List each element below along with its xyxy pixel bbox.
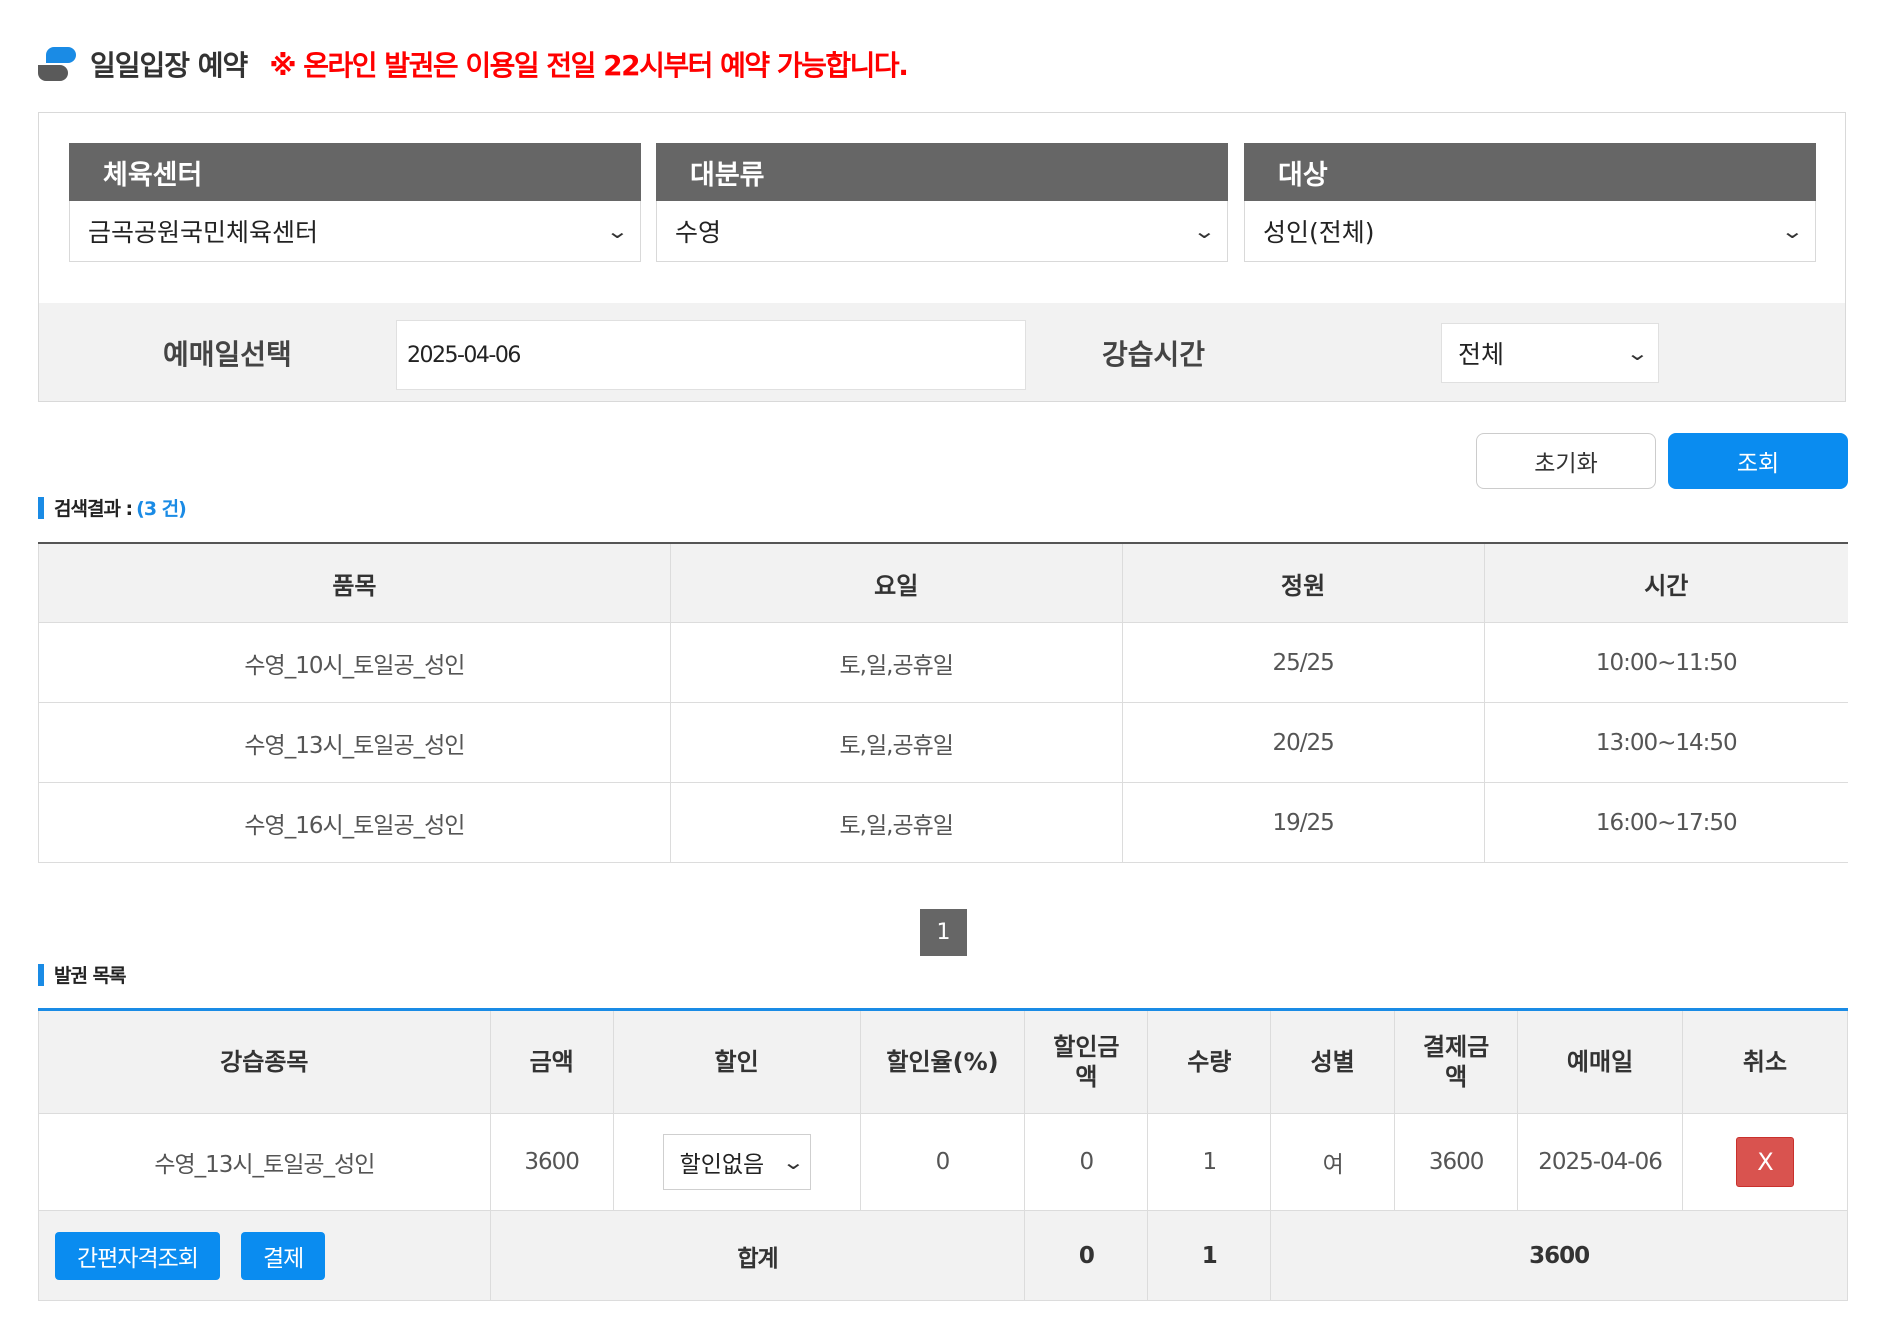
filter-center-label: 체육센터 [69, 143, 641, 201]
category-select[interactable]: 수영 ⌄ [656, 201, 1228, 262]
tickets-table: 강습종목 금액 할인 할인율(%) 할인금 액 수량 성별 결제금 액 예매일 … [38, 1008, 1849, 1301]
date-time-row: 예매일선택 2025-04-06 강습시간 전체 ⌄ [39, 303, 1845, 401]
center-select-value: 금곡공원국민체육센터 [88, 218, 319, 247]
time-label: 강습시간 [1102, 338, 1206, 371]
col-header-item: 품목 [38, 543, 671, 623]
cell-time: 16:00~17:50 [1484, 782, 1848, 863]
chevron-down-icon: ⌄ [781, 1150, 805, 1174]
date-input-value: 2025-04-06 [407, 342, 521, 368]
col-header-discount-amount: 할인금 액 [1024, 1009, 1149, 1114]
cell-capacity: 19/25 [1122, 782, 1485, 863]
col-header-discount: 할인 [613, 1009, 861, 1114]
category-select-value: 수영 [675, 218, 722, 247]
filter-target: 대상 성인(전체) ⌄ [1244, 143, 1816, 262]
cell-cancel: X [1682, 1113, 1849, 1211]
chevron-down-icon: ⌄ [605, 219, 630, 243]
chevron-down-icon: ⌄ [1625, 341, 1650, 365]
pagination-page-1[interactable]: 1 [920, 909, 967, 956]
filter-target-label: 대상 [1244, 143, 1816, 201]
chevron-down-icon: ⌄ [1192, 219, 1217, 243]
col-header-time: 시간 [1484, 543, 1848, 623]
cell-capacity: 25/25 [1122, 622, 1485, 703]
cell-time: 13:00~14:50 [1484, 702, 1848, 783]
cell-item: 수영_16시_토일공_성인 [38, 782, 671, 863]
results-header-row: 품목 요일 정원 시간 [38, 543, 1848, 623]
total-discount-amount: 0 [1024, 1210, 1149, 1301]
time-select[interactable]: 전체 ⌄ [1441, 323, 1659, 383]
cell-capacity: 20/25 [1122, 702, 1485, 783]
discount-select-value: 할인없음 [679, 1152, 765, 1178]
col-header-day: 요일 [670, 543, 1123, 623]
header-line-1: 할인금 [1053, 1033, 1120, 1061]
target-select[interactable]: 성인(전체) ⌄ [1244, 201, 1816, 262]
section-bar [38, 496, 44, 519]
search-panel: 체육센터 금곡공원국민체육센터 ⌄ 대분류 수영 ⌄ 대상 성인(전체) ⌄ 예… [38, 112, 1846, 402]
reset-button[interactable]: 초기화 [1476, 433, 1656, 489]
col-header-cancel: 취소 [1682, 1009, 1849, 1114]
cancel-button[interactable]: X [1735, 1137, 1794, 1187]
tickets-label: 발권 목록 [54, 965, 127, 987]
table-row: 수영_13시_토일공_성인 3600 할인없음 ⌄ 0 0 1 여 3600 2… [38, 1113, 1849, 1211]
target-select-value: 성인(전체) [1263, 218, 1375, 247]
cell-gender: 여 [1270, 1113, 1396, 1211]
search-button[interactable]: 조회 [1668, 433, 1848, 489]
cell-pay-amount: 3600 [1394, 1113, 1519, 1211]
table-row[interactable]: 수영_13시_토일공_성인 토,일,공휴일 20/25 13:00~14:50 [38, 702, 1848, 783]
notice-text: ※ 온라인 발권은 이용일 전일 22시부터 예약 가능합니다. [269, 49, 909, 82]
center-select[interactable]: 금곡공원국민체육센터 ⌄ [69, 201, 641, 262]
cell-price: 3600 [490, 1113, 614, 1211]
results-label: 검색결과 : [54, 498, 133, 520]
quick-eligibility-button[interactable]: 간편자격조회 [55, 1231, 220, 1280]
filter-category: 대분류 수영 ⌄ [656, 143, 1228, 262]
total-row: 간편자격조회 결제 합계 0 1 3600 [38, 1210, 1848, 1301]
cell-rate: 0 [860, 1113, 1026, 1211]
table-row[interactable]: 수영_16시_토일공_성인 토,일,공휴일 19/25 16:00~17:50 [38, 782, 1848, 863]
page-header: 일일입장 예약 ※ 온라인 발권은 이용일 전일 22시부터 예약 가능합니다. [38, 40, 909, 88]
results-heading: 검색결과 : (3 건) [38, 494, 187, 521]
cell-actions: 간편자격조회 결제 [38, 1210, 491, 1301]
cell-day: 토,일,공휴일 [670, 702, 1123, 783]
header-line-1: 결제금 [1422, 1033, 1490, 1061]
cell-course: 수영_13시_토일공_성인 [38, 1113, 491, 1211]
header-line-2: 액 [1075, 1063, 1098, 1091]
cell-discount: 할인없음 ⌄ [613, 1113, 861, 1211]
cell-day: 토,일,공휴일 [670, 782, 1123, 863]
total-pay-amount: 3600 [1270, 1210, 1848, 1301]
col-header-rate: 할인율(%) [860, 1009, 1026, 1114]
col-header-date: 예매일 [1517, 1009, 1683, 1114]
cell-day: 토,일,공휴일 [670, 622, 1123, 703]
cell-item: 수영_13시_토일공_성인 [38, 702, 671, 783]
cell-discount-amount: 0 [1024, 1113, 1149, 1211]
date-label: 예매일선택 [163, 338, 292, 371]
tickets-header-row: 강습종목 금액 할인 할인율(%) 할인금 액 수량 성별 결제금 액 예매일 … [38, 1009, 1849, 1114]
results-count: (3 건) [136, 498, 187, 520]
pay-button[interactable]: 결제 [240, 1231, 326, 1280]
discount-select[interactable]: 할인없음 ⌄ [662, 1134, 811, 1190]
table-row[interactable]: 수영_10시_토일공_성인 토,일,공휴일 25/25 10:00~11:50 [38, 622, 1848, 703]
section-bar [38, 963, 44, 986]
results-table: 품목 요일 정원 시간 수영_10시_토일공_성인 토,일,공휴일 25/25 … [38, 542, 1848, 863]
col-header-price: 금액 [490, 1009, 614, 1114]
time-select-value: 전체 [1458, 340, 1505, 369]
cell-date: 2025-04-06 [1517, 1113, 1683, 1211]
col-header-pay-amount: 결제금 액 [1394, 1009, 1519, 1114]
tickets-heading: 발권 목록 [38, 961, 127, 988]
col-header-qty: 수량 [1147, 1009, 1272, 1114]
col-header-capacity: 정원 [1122, 543, 1485, 623]
total-qty: 1 [1147, 1210, 1272, 1301]
total-label: 합계 [490, 1210, 1026, 1301]
cell-time: 10:00~11:50 [1484, 622, 1848, 703]
cell-item: 수영_10시_토일공_성인 [38, 622, 671, 703]
col-header-gender: 성별 [1270, 1009, 1396, 1114]
cell-qty: 1 [1147, 1113, 1272, 1211]
logo-icon [38, 46, 76, 82]
header-line-2: 액 [1445, 1063, 1468, 1091]
chevron-down-icon: ⌄ [1780, 219, 1805, 243]
page-title: 일일입장 예약 [90, 49, 248, 82]
filter-category-label: 대분류 [656, 143, 1228, 201]
filter-center: 체육센터 금곡공원국민체육센터 ⌄ [69, 143, 641, 262]
date-input[interactable]: 2025-04-06 [396, 320, 1026, 390]
col-header-course: 강습종목 [38, 1009, 491, 1114]
